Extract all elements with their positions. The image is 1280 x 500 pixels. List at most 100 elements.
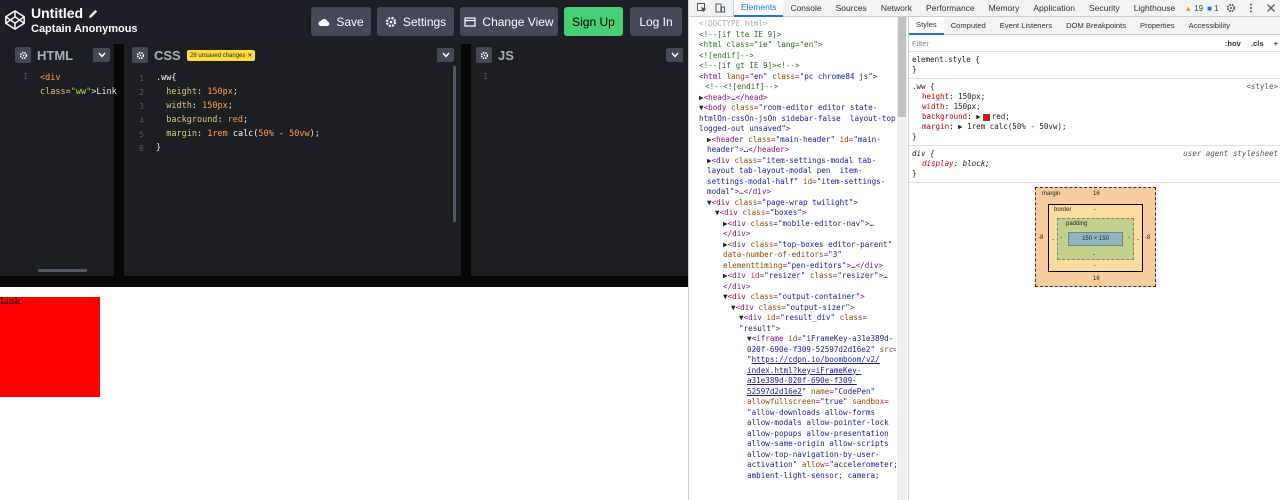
tab-computed[interactable]: Computed	[944, 17, 993, 35]
dom-node[interactable]: 020f-690e-f309-52597d2d16e2" src=	[689, 345, 896, 356]
dom-node[interactable]: ▶<div id="resizer" class="resizer">…	[689, 271, 896, 282]
dom-node[interactable]: settings-modal-half" id="item-settings-	[689, 177, 896, 188]
css-settings-button[interactable]	[132, 47, 148, 63]
margin-left-value[interactable]: -8	[1038, 235, 1043, 241]
dom-node[interactable]: ▼<div class="boxes">	[689, 208, 896, 219]
dom-node[interactable]: </div>	[689, 282, 896, 293]
tab-dom-breakpoints[interactable]: DOM Breakpoints	[1059, 17, 1133, 35]
dom-node[interactable]: data-number-of-editors="3"	[689, 250, 896, 261]
dom-node[interactable]: <![endif]-->	[689, 51, 896, 62]
pencil-icon[interactable]	[88, 8, 99, 19]
dom-node[interactable]: "allow-downloads allow-forms	[689, 408, 896, 419]
preview-red-box[interactable]: Link	[0, 297, 100, 397]
html-settings-button[interactable]	[15, 47, 31, 63]
rule-source-link[interactable]: <style>	[1246, 82, 1278, 92]
tab-accessibility[interactable]: Accessibility	[1182, 17, 1237, 35]
tab-lighthouse[interactable]: Lighthouse	[1127, 0, 1183, 17]
class-toggle[interactable]: .cls	[1251, 39, 1264, 48]
dom-node[interactable]: <!--[if lte IE 9]>	[689, 30, 896, 41]
dom-node[interactable]: </div>	[689, 229, 896, 240]
dom-node[interactable]: ▶<head>…</head>	[689, 93, 896, 104]
js-settings-button[interactable]	[476, 47, 492, 63]
dom-node[interactable]: index.html?key=iFrameKey-	[689, 366, 896, 377]
messages-badge[interactable]: ■ 1	[1207, 4, 1218, 13]
dom-node[interactable]: "result">	[689, 324, 896, 335]
border-left-value[interactable]: -	[1052, 237, 1054, 243]
dom-node[interactable]: ▼<div id="result_div" class=	[689, 313, 896, 324]
dom-node[interactable]: ▶<div class="item-settings-modal tab-	[689, 156, 896, 167]
device-toolbar-icon[interactable]	[715, 3, 725, 13]
tab-security[interactable]: Security	[1082, 0, 1127, 17]
dom-node[interactable]: ▶<header class="main-header" id="main-	[689, 135, 896, 146]
dom-node[interactable]: ▶<div class="top-boxes editor-parent"	[689, 240, 896, 251]
hover-state-toggle[interactable]: :hov	[1225, 39, 1241, 48]
dom-node[interactable]: ▼<iframe id="iFrameKey-a31e389d-	[689, 334, 896, 345]
dom-node[interactable]: allowfullscreen="true" sandbox=	[689, 397, 896, 408]
more-options-icon[interactable]	[1246, 3, 1256, 13]
style-declaration[interactable]: width: 150px;	[912, 102, 1278, 112]
border-right-value[interactable]: -	[1137, 237, 1139, 243]
pen-title-text[interactable]: Untitled	[31, 5, 83, 21]
codepen-logo-icon[interactable]	[4, 9, 26, 31]
dom-node[interactable]: header">…</header>	[689, 145, 896, 156]
save-button[interactable]: Save	[311, 7, 371, 36]
elements-scrollbar[interactable]	[897, 17, 907, 500]
style-declaration[interactable]: height: 150px;	[912, 92, 1278, 102]
dom-node[interactable]: <!--[if gt IE 9]><!-->	[689, 61, 896, 72]
dom-node[interactable]: <html class="ie" lang="en">	[689, 40, 896, 51]
tab-properties[interactable]: Properties	[1133, 17, 1182, 35]
tab-styles[interactable]: Styles	[909, 16, 944, 35]
dom-node[interactable]: ▶<div class="mobile-editor-nav">…	[689, 219, 896, 230]
pen-author[interactable]: Captain Anonymous	[31, 23, 138, 35]
new-style-rule-button[interactable]: +	[1274, 39, 1278, 48]
close-icon[interactable]: ✕	[247, 52, 252, 59]
login-button[interactable]: Log In	[630, 7, 682, 36]
dom-node[interactable]: 52597d2d16e2" name="CodePen"	[689, 387, 896, 398]
tab-console[interactable]: Console	[783, 0, 828, 17]
dom-node[interactable]: htmlOn-cssOn-jsOn sidebar-false layout-t…	[689, 114, 896, 125]
padding-bottom-value[interactable]: -	[1093, 252, 1095, 258]
dom-node[interactable]: a31e389d-020f-690e-f309-	[689, 376, 896, 387]
dom-node[interactable]: ambient-light-sensor; camera;	[689, 471, 896, 482]
js-editor-dropdown[interactable]	[666, 48, 683, 62]
ww-style-rule[interactable]: <style> .ww { height: 150px; width: 150p…	[909, 79, 1280, 146]
border-top-value[interactable]: -	[1094, 207, 1096, 213]
dom-node[interactable]: allow-top-navigation-by-user-	[689, 450, 896, 461]
preview-link-text[interactable]: Link	[0, 297, 20, 307]
dom-node[interactable]: layout tab-layout-modal pen item-	[689, 166, 896, 177]
elements-dom-tree[interactable]: <!DOCTYPE html> <!--[if lte IE 9]> <html…	[689, 17, 896, 500]
unsaved-changes-badge[interactable]: 28 unsaved changes ✕	[187, 50, 256, 61]
tab-elements[interactable]: Elements	[734, 0, 784, 17]
padding-left-value[interactable]: -	[1060, 235, 1062, 241]
css-editor-scrollbar[interactable]	[453, 66, 456, 222]
close-icon[interactable]	[1266, 3, 1276, 13]
js-code-area[interactable]: 1	[471, 66, 688, 276]
dom-node[interactable]: allow-modals allow-pointer-lock	[689, 418, 896, 429]
element-style-rule[interactable]: element.style { }	[909, 52, 1280, 79]
issue-badges[interactable]: ▲ 19 ■ 1	[1184, 4, 1218, 13]
inspect-element-icon[interactable]	[697, 3, 707, 13]
margin-top-value[interactable]: 16	[1093, 191, 1100, 197]
style-declaration[interactable]: background: ▶ red;	[912, 112, 1278, 122]
box-model-content[interactable]: 150 × 150	[1068, 232, 1123, 246]
margin-right-value[interactable]: -8	[1145, 235, 1150, 241]
color-swatch[interactable]	[982, 113, 990, 121]
dom-node[interactable]: ▼<div class="page-wrap twilight">	[689, 198, 896, 209]
css-editor-dropdown[interactable]	[437, 48, 454, 62]
warnings-badge[interactable]: ▲ 19	[1184, 4, 1203, 13]
dom-node[interactable]: <html lang="en" class="pc chrome84 js">	[689, 72, 896, 83]
dom-node[interactable]: elementtiming="pen-editors">…</div>	[689, 261, 896, 272]
padding-right-value[interactable]: -	[1128, 235, 1130, 241]
change-view-button[interactable]: Change View	[460, 7, 558, 36]
elements-scrollbar-thumb[interactable]	[898, 17, 906, 117]
dom-node[interactable]: ▼<div class="output-container">	[689, 292, 896, 303]
dom-node[interactable]: "https://cdpn.io/boomboom/v2/	[689, 355, 896, 366]
dom-node[interactable]: activation" allow="accelerometer;	[689, 460, 896, 471]
tab-performance[interactable]: Performance	[919, 0, 982, 17]
dom-node[interactable]: allow-popups allow-presentation	[689, 429, 896, 440]
settings-button[interactable]: Settings	[377, 7, 454, 36]
tab-sources[interactable]: Sources	[829, 0, 874, 17]
tab-network[interactable]: Network	[874, 0, 919, 17]
dom-node[interactable]: <!--<![endif]-->	[689, 82, 896, 93]
dom-node[interactable]: <!DOCTYPE html>	[689, 19, 896, 30]
